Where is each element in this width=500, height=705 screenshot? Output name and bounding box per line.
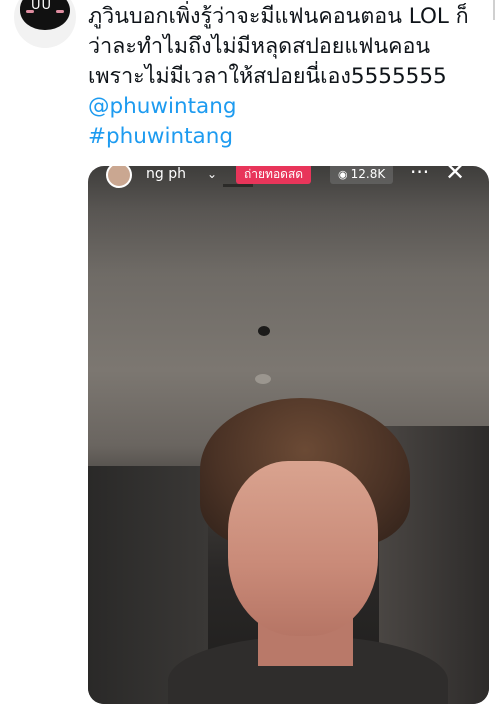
mention-link[interactable]: @phuwintang [88,92,488,122]
ceiling-light [258,326,270,336]
viewer-count-badge: ◉ 12.8K [330,166,394,184]
viewer-count: 12.8K [350,167,386,181]
tweet-line: ว่าละทำไมถึงไม่มีหลุดสปอยแฟนคอน [88,34,431,59]
streamer-name[interactable]: ng ph [146,166,186,182]
tweet-line: เพราะไม่มีเวลาให้สปอยนี่เอง5555555 [88,64,447,89]
avatar-blush-right [56,10,64,13]
more-icon[interactable]: ··· [410,166,429,182]
avatar[interactable]: UU [14,0,76,48]
tweet-text: ภูวินบอกเพิ่งรู้ว่าจะมีแฟนคอนตอน LOL ก็ … [88,2,488,152]
chevron-down-icon[interactable]: ⌄ [207,166,217,182]
ceiling-sensor [255,374,271,384]
eye-icon: ◉ [338,168,348,181]
tweet-media[interactable]: ng ph ⌄ ถ่ายทอดสด ◉ 12.8K ··· ✕ [88,166,489,704]
person-face [228,461,378,636]
scrollbar[interactable] [493,0,495,20]
streamer-avatar[interactable] [106,166,132,188]
live-badge: ถ่ายทอดสด [236,166,312,184]
hashtag-link[interactable]: #phuwintang [88,122,488,152]
close-icon[interactable]: ✕ [445,166,465,184]
tweet-line: ภูวินบอกเพิ่งรู้ว่าจะมีแฟนคอนตอน LOL ก็ [88,4,469,29]
avatar-eyes: UU [31,0,53,13]
live-header: ng ph ⌄ ถ่ายทอดสด ◉ 12.8K ··· ✕ [88,166,489,188]
avatar-blush-left [26,10,34,13]
